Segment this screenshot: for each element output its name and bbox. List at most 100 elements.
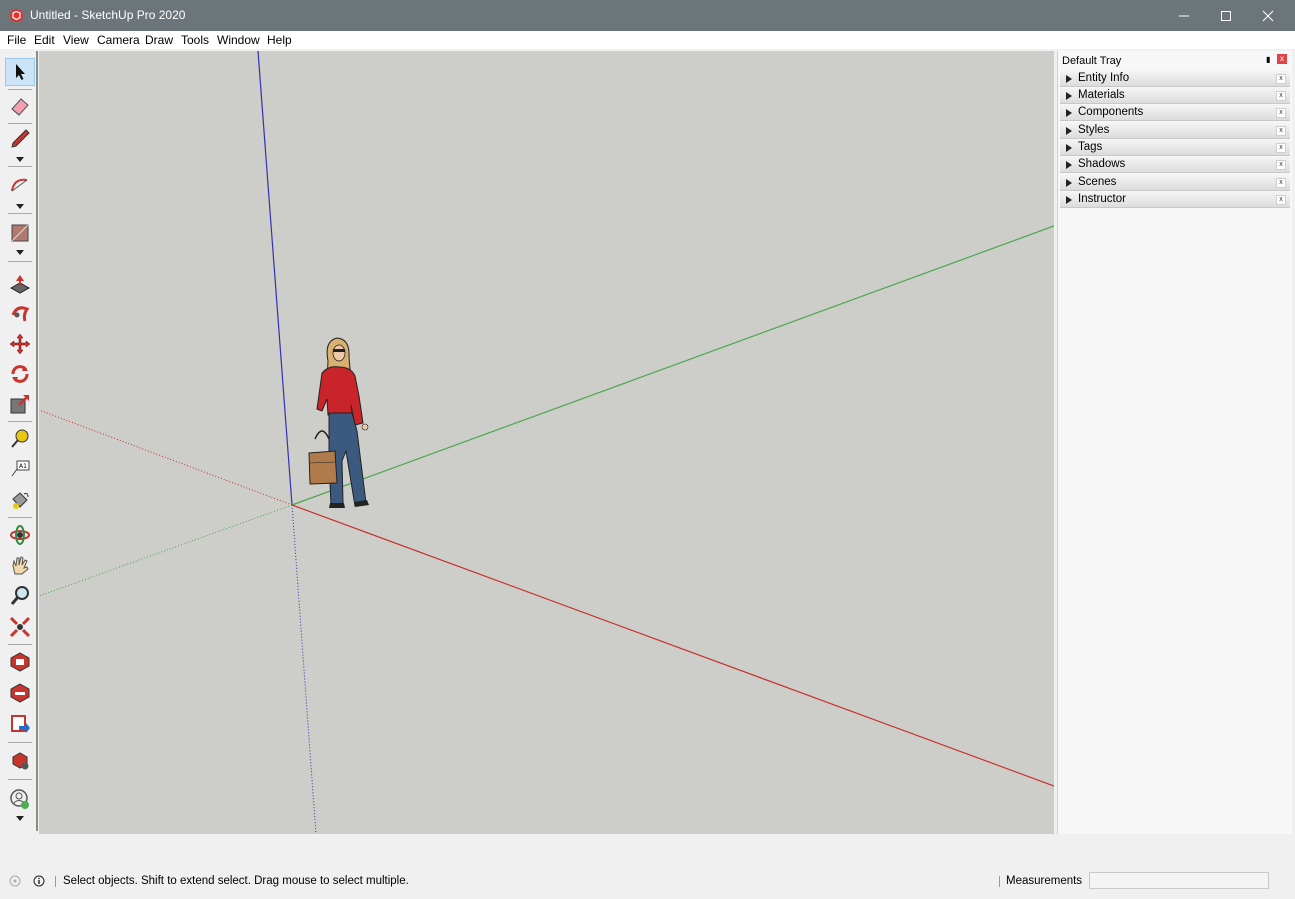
expand-arrow-icon: [1066, 75, 1072, 83]
status-divider: [999, 876, 1000, 887]
panel-close-button[interactable]: x: [1276, 178, 1286, 188]
panel-close-button[interactable]: x: [1276, 160, 1286, 170]
chevron-down-icon[interactable]: [16, 816, 24, 821]
toolbar-separator: [8, 89, 32, 90]
expand-arrow-icon: [1066, 109, 1072, 117]
pin-icon[interactable]: ▮: [1266, 55, 1270, 64]
menu-tools[interactable]: Tools: [181, 33, 209, 47]
extension-warehouse-button[interactable]: [5, 679, 35, 707]
panel-close-button[interactable]: x: [1276, 91, 1286, 101]
extension-warehouse-icon: [10, 683, 30, 703]
menu-camera[interactable]: Camera: [97, 33, 140, 47]
menu-file[interactable]: File: [7, 33, 26, 47]
panel-close-button[interactable]: x: [1276, 126, 1286, 136]
close-button[interactable]: [1245, 0, 1291, 31]
status-divider: [55, 876, 56, 887]
select-tool-button[interactable]: [5, 58, 35, 86]
3d-warehouse-button[interactable]: [5, 648, 35, 676]
panel-scenes[interactable]: Scenes x: [1060, 175, 1290, 191]
zoom-tool-button[interactable]: [5, 582, 35, 610]
expand-arrow-icon: [1066, 161, 1072, 169]
pan-tool-button[interactable]: [5, 552, 35, 580]
panel-close-button[interactable]: x: [1276, 108, 1286, 118]
eraser-icon: [11, 98, 29, 116]
expand-arrow-icon: [1066, 179, 1072, 187]
arc-tool-button[interactable]: [5, 172, 35, 200]
text-tool-button[interactable]: A1: [5, 456, 35, 484]
blue-axis-negative: [291, 504, 317, 834]
chevron-down-icon[interactable]: [16, 250, 24, 255]
geo-location-icon[interactable]: [9, 875, 21, 887]
menu-help[interactable]: Help: [267, 33, 292, 47]
panel-label: Tags: [1078, 141, 1103, 153]
follow-me-tool-button[interactable]: [5, 300, 35, 328]
toolbar-separator: [8, 166, 32, 167]
drawing-viewport[interactable]: [39, 51, 1054, 834]
toolbar-separator: [8, 644, 32, 645]
3d-warehouse-icon: [10, 652, 30, 672]
maximize-button[interactable]: [1203, 0, 1249, 31]
toolbar-separator: [8, 742, 32, 743]
panel-materials[interactable]: Materials x: [1060, 88, 1290, 104]
toolbar-separator: [8, 261, 32, 262]
minimize-icon: [1179, 15, 1189, 16]
extension-manager-button[interactable]: [5, 747, 35, 775]
panel-entity-info[interactable]: Entity Info x: [1060, 71, 1290, 87]
panel-styles[interactable]: Styles x: [1060, 123, 1290, 139]
rectangle-tool-button[interactable]: [5, 219, 35, 247]
select-icon: [16, 64, 25, 80]
move-tool-button[interactable]: [5, 330, 35, 358]
close-icon: [1262, 10, 1274, 21]
chevron-down-icon[interactable]: [16, 157, 24, 162]
menu-window[interactable]: Window: [217, 33, 260, 47]
zoom-icon: [10, 586, 29, 605]
panel-close-button[interactable]: x: [1276, 74, 1286, 84]
panel-label: Components: [1078, 106, 1144, 118]
line-tool-button[interactable]: [5, 125, 35, 153]
status-bar: Select objects. Shift to extend select. …: [0, 834, 1295, 899]
menu-view[interactable]: View: [63, 33, 89, 47]
account-button[interactable]: [5, 785, 35, 813]
scale-figure-person[interactable]: [308, 337, 369, 508]
line-pencil-icon: [11, 129, 30, 148]
eraser-tool-button[interactable]: [5, 92, 35, 120]
green-axis-positive: [291, 225, 1054, 506]
panel-shadows[interactable]: Shadows x: [1060, 157, 1290, 173]
chevron-down-icon[interactable]: [16, 204, 24, 209]
menu-edit[interactable]: Edit: [34, 33, 55, 47]
text-icon: A1: [11, 460, 30, 477]
svg-text:A1: A1: [19, 463, 27, 470]
instructor-info-icon[interactable]: [33, 875, 45, 887]
tape-measure-tool-button[interactable]: [5, 425, 35, 453]
layout-send-button[interactable]: [5, 710, 35, 738]
measurements-input[interactable]: [1089, 872, 1269, 889]
zoom-extents-tool-button[interactable]: [5, 613, 35, 641]
menu-draw[interactable]: Draw: [145, 33, 173, 47]
scale-tool-button[interactable]: [5, 390, 35, 418]
panel-label: Materials: [1078, 89, 1125, 101]
expand-arrow-icon: [1066, 144, 1072, 152]
push-pull-tool-button[interactable]: [5, 270, 35, 298]
rotate-tool-button[interactable]: [5, 360, 35, 388]
pan-icon: [12, 556, 29, 575]
panel-close-button[interactable]: x: [1276, 195, 1286, 205]
orbit-tool-button[interactable]: [5, 521, 35, 549]
panel-label: Styles: [1078, 124, 1110, 136]
panel-instructor[interactable]: Instructor x: [1060, 192, 1290, 208]
default-tray: Default Tray ▮ x Entity Info x Materials…: [1057, 51, 1292, 834]
rectangle-icon: [11, 224, 29, 242]
window-title: Untitled - SketchUp Pro 2020: [30, 8, 186, 22]
tray-close-button[interactable]: x: [1277, 54, 1287, 64]
minimize-button[interactable]: [1161, 0, 1207, 31]
panel-label: Instructor: [1078, 193, 1126, 205]
paint-bucket-tool-button[interactable]: [5, 486, 35, 514]
panel-components[interactable]: Components x: [1060, 105, 1290, 121]
expand-arrow-icon: [1066, 127, 1072, 135]
panel-label: Shadows: [1078, 158, 1126, 170]
toolbar-separator: [8, 779, 32, 780]
panel-label: Scenes: [1078, 176, 1117, 188]
model-axes: [39, 51, 1054, 834]
toolbar-separator: [8, 421, 32, 422]
panel-close-button[interactable]: x: [1276, 143, 1286, 153]
panel-tags[interactable]: Tags x: [1060, 140, 1290, 156]
